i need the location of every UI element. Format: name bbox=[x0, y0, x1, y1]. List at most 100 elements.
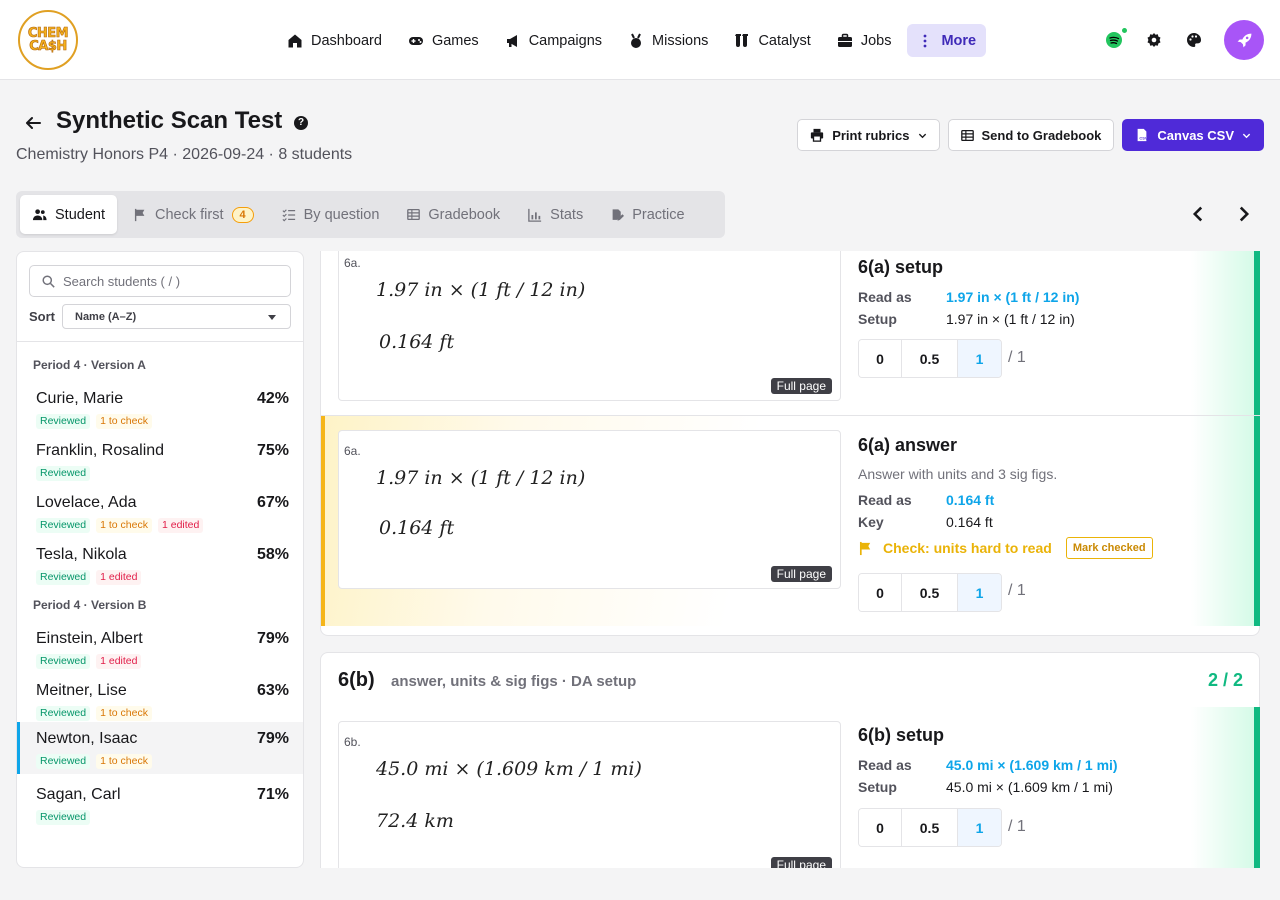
score-option[interactable]: 0 bbox=[859, 340, 902, 377]
nav-dashboard[interactable]: Dashboard bbox=[277, 24, 392, 57]
reviewed-badge: Reviewed bbox=[36, 466, 91, 481]
student-name: Sagan, Carl bbox=[36, 786, 121, 803]
response-row-6a-setup: 6a. 1.97 in × (1 ft / 12 in) 0.164 ft Fu… bbox=[321, 251, 1260, 416]
chevron-down-icon bbox=[1242, 133, 1251, 138]
key-value: 0.164 ft bbox=[946, 514, 993, 530]
back-arrow-icon[interactable] bbox=[24, 114, 42, 132]
caret-down-icon bbox=[268, 315, 276, 320]
student-name: Lovelace, Ada bbox=[36, 494, 137, 511]
search-icon bbox=[42, 274, 55, 288]
tab-by-question-label: By question bbox=[303, 206, 380, 223]
table-icon bbox=[960, 129, 974, 141]
tab-student[interactable]: Student bbox=[20, 195, 117, 234]
tab-by-question[interactable]: By question bbox=[270, 195, 392, 234]
sidebar-divider bbox=[17, 341, 303, 342]
search-box bbox=[29, 265, 291, 297]
read-as-value[interactable]: 45.0 mi × (1.609 km / 1 mi) bbox=[946, 757, 1118, 773]
scan-image[interactable]: 6a. 1.97 in × (1 ft / 12 in) 0.164 ft Fu… bbox=[338, 251, 841, 401]
tab-check-first[interactable]: Check first 4 bbox=[121, 195, 266, 234]
student-row[interactable]: Sagan, Carl 71% Reviewed bbox=[17, 778, 303, 830]
scan-image[interactable]: 6a. 1.97 in × (1 ft / 12 in) 0.164 ft Fu… bbox=[338, 430, 841, 589]
question-score: 2 / 2 bbox=[1207, 670, 1243, 690]
canvas-csv-button[interactable]: CSV Canvas CSV bbox=[1122, 119, 1264, 151]
nav-catalyst[interactable]: Catalyst bbox=[724, 24, 820, 57]
print-rubrics-button[interactable]: Print rubrics bbox=[797, 119, 940, 151]
score-selector: 0 0.5 1 bbox=[858, 808, 1002, 847]
nav-jobs[interactable]: Jobs bbox=[827, 24, 902, 57]
sort-select[interactable]: Name (A–Z) bbox=[62, 304, 291, 329]
score-option[interactable]: 0 bbox=[859, 574, 902, 611]
mark-checked-button[interactable]: Mark checked bbox=[1065, 537, 1153, 559]
send-to-gradebook-button[interactable]: Send to Gradebook bbox=[947, 119, 1115, 151]
student-row[interactable]: Meitner, Lise 63% Reviewed 1 to check bbox=[17, 674, 303, 726]
read-as-label: Read as bbox=[858, 757, 912, 773]
setup-value: 45.0 mi × (1.609 km / 1 mi) bbox=[946, 779, 1113, 795]
question-number: 6(b) bbox=[338, 669, 375, 691]
student-row[interactable]: Franklin, Rosalind 75% Reviewed bbox=[17, 434, 303, 486]
nav-more[interactable]: More bbox=[907, 24, 987, 57]
tab-practice-label: Practice bbox=[632, 206, 685, 223]
student-row[interactable]: Curie, Marie 42% Reviewed 1 to check bbox=[17, 382, 303, 434]
scan-image[interactable]: 6b. 45.0 mi × (1.609 km / 1 mi) 72.4 km … bbox=[338, 721, 841, 868]
settings-icon[interactable] bbox=[1144, 30, 1164, 50]
top-nav: CHEM CA$H Dashboard Games Campaigns Miss… bbox=[0, 0, 1280, 80]
student-row[interactable]: Tesla, Nikola 58% Reviewed 1 edited bbox=[17, 538, 303, 590]
to-check-badge: 1 to check bbox=[96, 518, 152, 533]
question-title: 6(a) answer bbox=[858, 435, 958, 455]
sort-select-value: Name (A–Z) bbox=[75, 310, 137, 323]
nav-more-label: More bbox=[941, 32, 977, 49]
score-option-selected[interactable]: 1 bbox=[958, 574, 1001, 611]
tab-gradebook[interactable]: Gradebook bbox=[395, 195, 512, 234]
palette-icon[interactable] bbox=[1184, 30, 1204, 50]
score-option-selected[interactable]: 1 bbox=[958, 340, 1001, 377]
page-subtitle: Chemistry Honors P4 · 2026-09-24 · 8 stu… bbox=[16, 146, 353, 163]
scan-label: 6a. bbox=[344, 256, 361, 270]
send-to-gradebook-label: Send to Gradebook bbox=[981, 127, 1102, 143]
nav-missions[interactable]: Missions bbox=[618, 24, 718, 57]
student-percent: 58% bbox=[256, 546, 289, 563]
student-row-selected[interactable]: Newton, Isaac 79% Reviewed 1 to check bbox=[17, 722, 303, 774]
nav-campaigns[interactable]: Campaigns bbox=[495, 24, 612, 57]
rocket-button[interactable] bbox=[1224, 20, 1264, 60]
full-page-button[interactable]: Full page bbox=[770, 378, 832, 394]
read-as-value[interactable]: 0.164 ft bbox=[946, 492, 994, 508]
student-row[interactable]: Einstein, Albert 79% Reviewed 1 edited bbox=[17, 622, 303, 674]
student-name: Curie, Marie bbox=[36, 390, 124, 407]
full-page-button[interactable]: Full page bbox=[770, 857, 832, 868]
setup-label: Setup bbox=[858, 311, 897, 327]
chevron-left-icon[interactable] bbox=[1191, 205, 1205, 223]
question-header-6b[interactable]: 6(b) answer, units & sig figs · DA setup… bbox=[320, 652, 1260, 708]
score-option[interactable]: 0 bbox=[859, 809, 902, 846]
read-as-value[interactable]: 1.97 in × (1 ft / 12 in) bbox=[946, 289, 1079, 305]
score-selector: 0 0.5 1 bbox=[858, 339, 1002, 378]
reviewed-badge: Reviewed bbox=[36, 810, 91, 825]
score-option[interactable]: 0.5 bbox=[902, 574, 958, 611]
nav-games[interactable]: Games bbox=[398, 24, 489, 57]
rocket-icon bbox=[1237, 33, 1251, 47]
handwriting-line: 45.0 mi × (1.609 km / 1 mi) bbox=[376, 758, 642, 780]
nav-right bbox=[1104, 20, 1264, 60]
student-search-input[interactable] bbox=[63, 273, 273, 289]
score-out-of: / 1 bbox=[1008, 582, 1026, 599]
full-page-button[interactable]: Full page bbox=[770, 566, 832, 582]
more-vertical-icon bbox=[924, 34, 927, 47]
question-title: 6(b) setup bbox=[858, 725, 945, 745]
score-option-selected[interactable]: 1 bbox=[958, 809, 1001, 846]
help-icon[interactable]: ? bbox=[294, 116, 308, 130]
spotify-icon[interactable] bbox=[1104, 27, 1128, 50]
flag-icon bbox=[859, 541, 871, 555]
to-check-badge: 1 to check bbox=[96, 754, 152, 769]
score-option[interactable]: 0.5 bbox=[902, 340, 958, 377]
scan-label: 6b. bbox=[344, 735, 361, 749]
tab-practice[interactable]: Practice bbox=[599, 195, 696, 234]
tab-stats[interactable]: Stats bbox=[516, 195, 595, 234]
key-label: Key bbox=[858, 514, 884, 530]
question-card-6a: 6a. 1.97 in × (1 ft / 12 in) 0.164 ft Fu… bbox=[320, 251, 1260, 636]
setup-value: 1.97 in × (1 ft / 12 in) bbox=[946, 311, 1075, 327]
score-option[interactable]: 0.5 bbox=[902, 809, 958, 846]
student-row[interactable]: Lovelace, Ada 67% Reviewed 1 to check 1 … bbox=[17, 486, 303, 538]
student-name: Meitner, Lise bbox=[36, 682, 127, 699]
brand-logo-line2: CA$H bbox=[29, 39, 68, 54]
brand-logo[interactable]: CHEM CA$H bbox=[18, 10, 78, 70]
chevron-right-icon[interactable] bbox=[1237, 205, 1251, 223]
